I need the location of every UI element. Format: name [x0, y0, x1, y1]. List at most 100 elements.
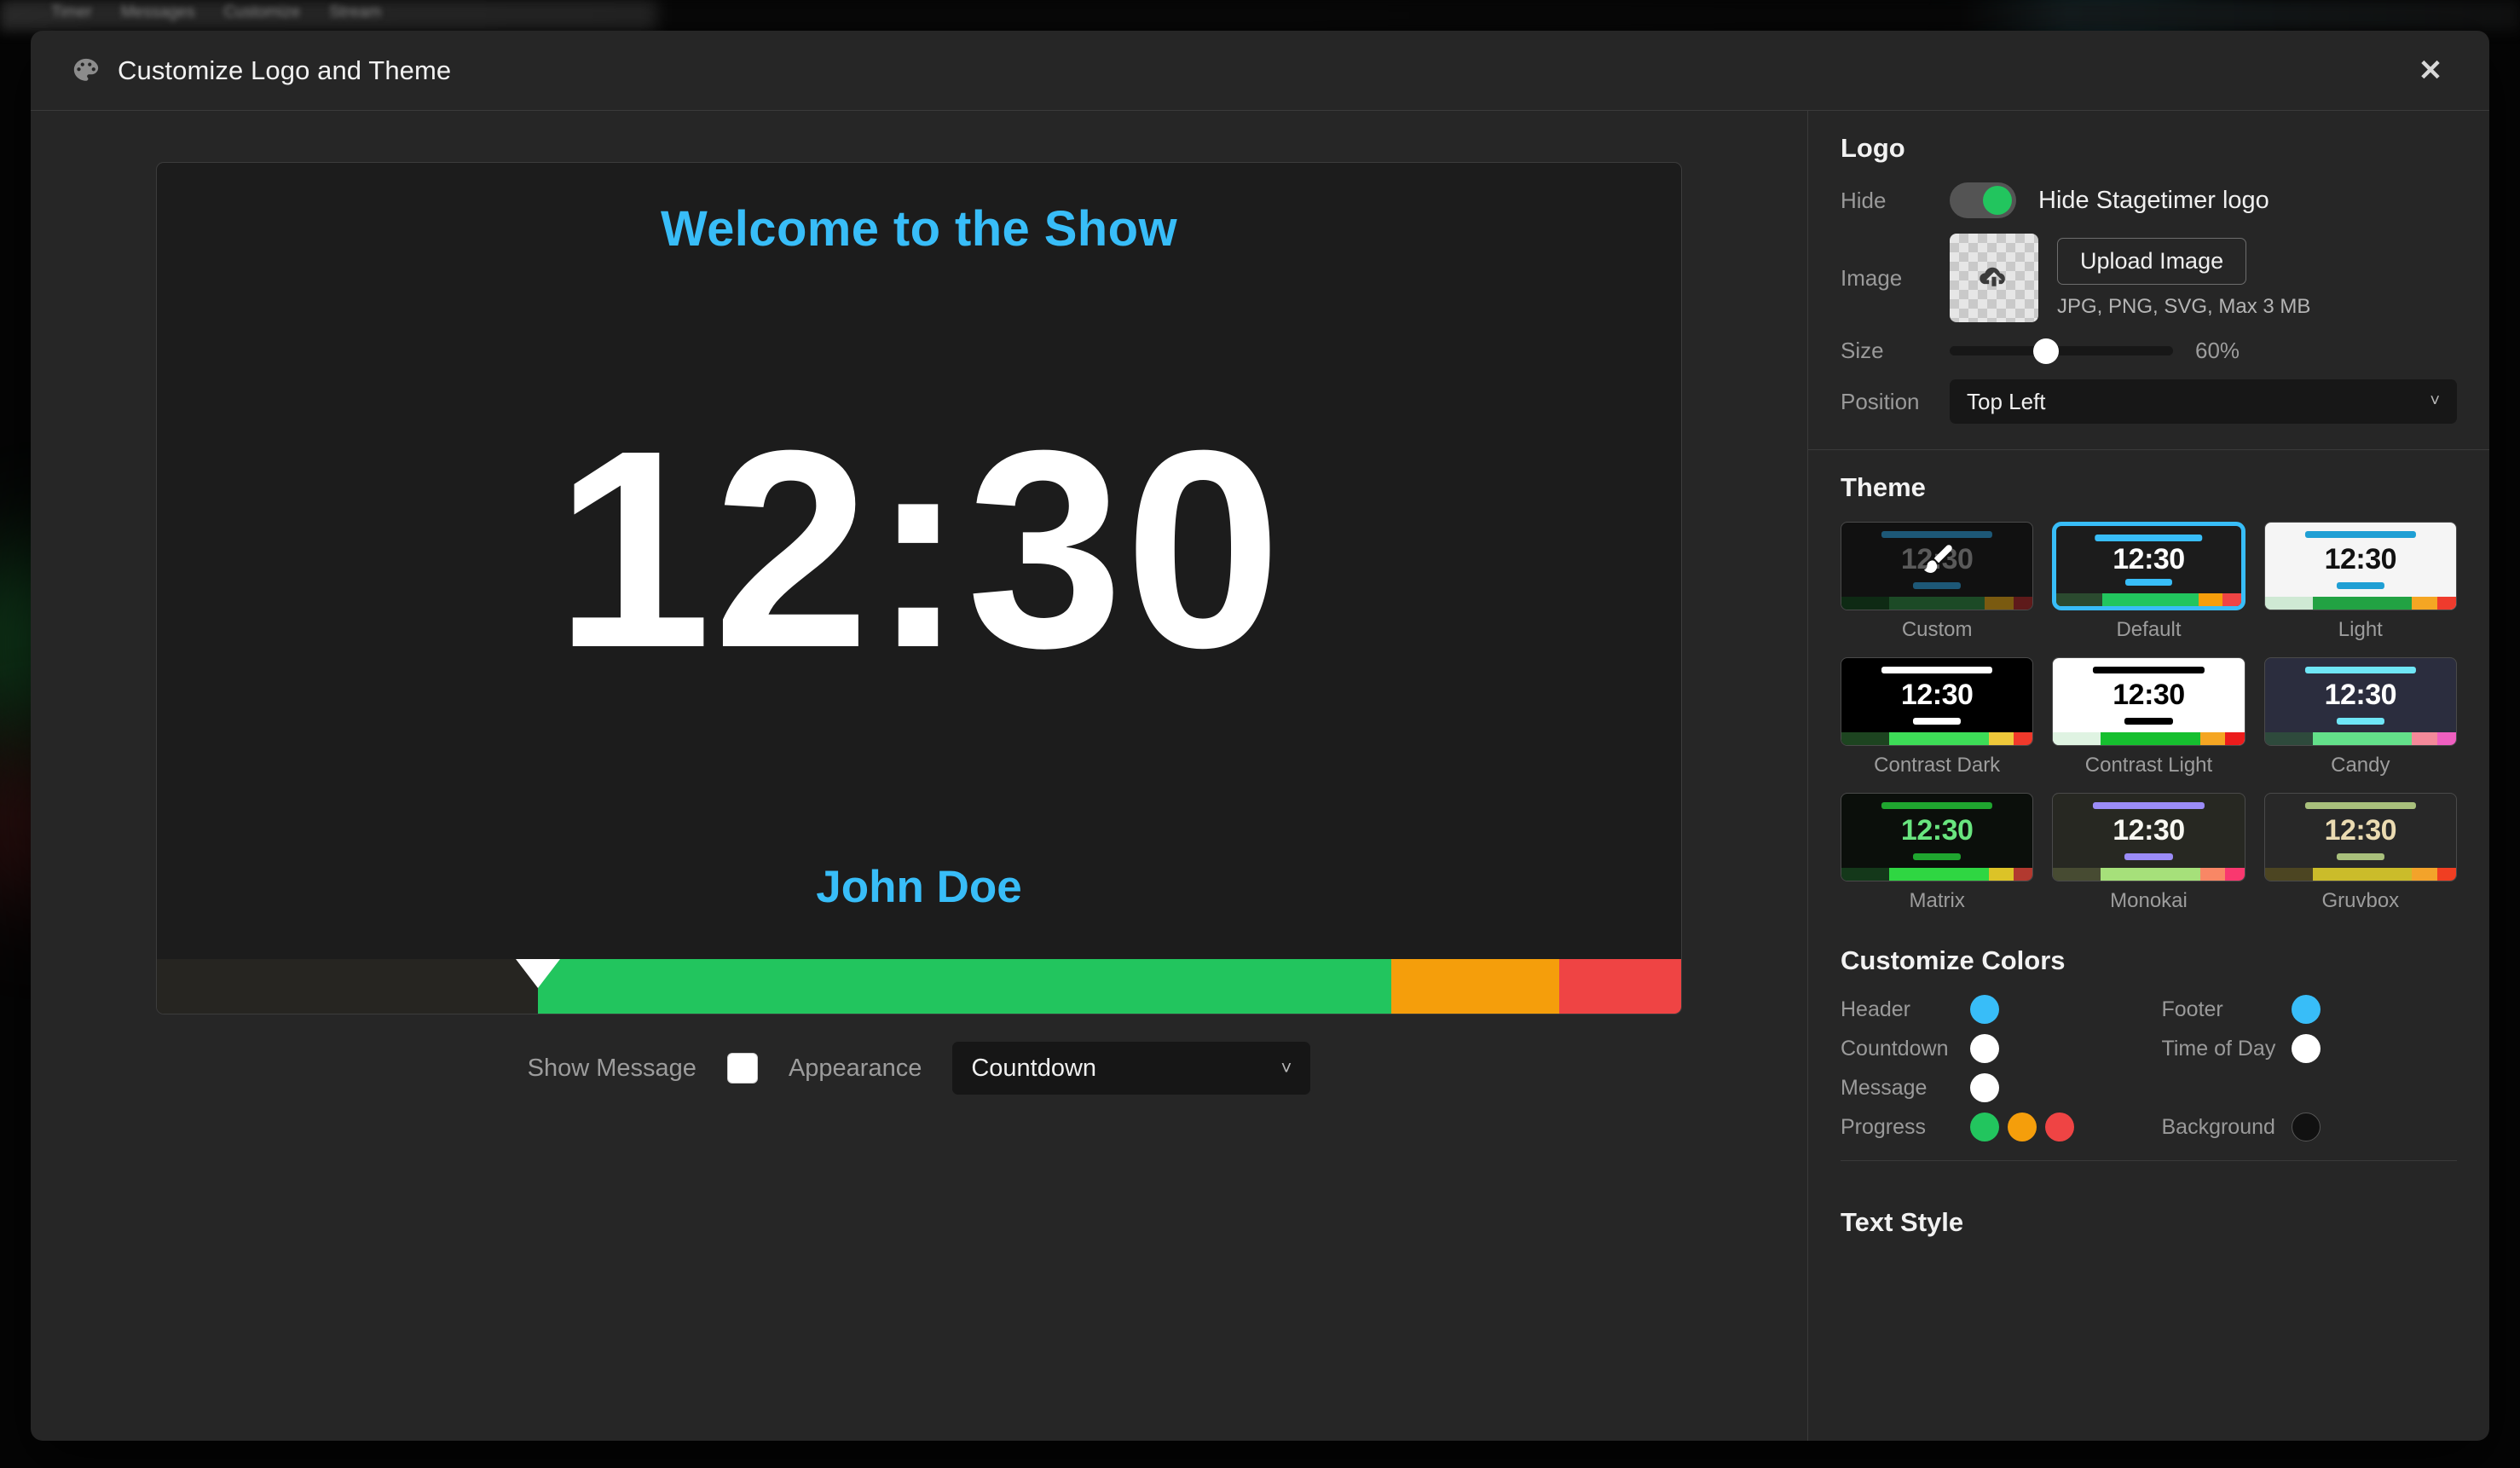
theme-option-light[interactable]: 12:30 Light	[2263, 522, 2457, 642]
theme-option-gruvbox[interactable]: 12:30 Gruvbox	[2263, 793, 2457, 913]
theme-progress-segment	[1889, 868, 1989, 881]
palette-icon	[72, 56, 101, 85]
customize-colors-section: Customize Colors Header Footer Countdown Ti…	[1808, 939, 2489, 1187]
color-swatch[interactable]	[2008, 1113, 2037, 1141]
theme-card-time: 12:30	[1900, 814, 1974, 847]
theme-progress-segment	[1985, 597, 2014, 610]
theme-card[interactable]: 12:30	[2263, 793, 2457, 881]
timer-preview: Welcome to the Show 12:30 John Doe	[156, 162, 1682, 1014]
color-swatch[interactable]	[1970, 1073, 1999, 1102]
theme-card-progress	[2264, 732, 2456, 745]
logo-position-select[interactable]: Top Left ˅	[1950, 379, 2457, 424]
theme-label: Default	[2116, 618, 2182, 641]
theme-card[interactable]: 12:30	[2052, 657, 2245, 746]
slider-thumb[interactable]	[2032, 338, 2059, 364]
color-swatch[interactable]	[1970, 1113, 1999, 1141]
chevron-down-icon: ˅	[2430, 391, 2440, 411]
theme-card-body: 12:30	[1841, 523, 2032, 597]
theme-progress-segment	[2200, 732, 2226, 745]
theme-grid: 12:30 Custom 12:30 Default 12:30 Light 12:30 Co…	[1841, 522, 2457, 913]
color-row-empty	[2162, 1073, 2458, 1102]
theme-option-matrix[interactable]: 12:30 Matrix	[1841, 793, 2034, 913]
hide-stagetimer-logo-label: Hide Stagetimer logo	[2038, 186, 2269, 214]
theme-option-default[interactable]: 12:30 Default	[2052, 522, 2245, 642]
logo-size-slider[interactable]	[1950, 338, 2173, 364]
theme-progress-segment	[2013, 732, 2033, 745]
section-divider	[1841, 1160, 2457, 1161]
color-swatch[interactable]	[1970, 1034, 1999, 1063]
logo-upload-side: Upload Image JPG, PNG, SVG, Max 3 MB	[2057, 237, 2310, 319]
color-swatch[interactable]	[2045, 1113, 2074, 1141]
show-message-checkbox[interactable]	[726, 1053, 758, 1084]
theme-card-body: 12:30	[2265, 658, 2456, 732]
color-rows: Header Footer Countdown Time of Day Message P…	[1841, 995, 2457, 1141]
settings-panel[interactable]: Logo Hide Hide Stagetimer logo Image Upl…	[1807, 111, 2489, 1441]
theme-card-footer-bar	[2336, 582, 2384, 589]
color-swatch[interactable]	[2291, 1034, 2321, 1063]
theme-progress-segment	[1841, 732, 1890, 745]
preview-controls: Show Message Appearance Countdown ˅	[72, 1042, 1766, 1095]
theme-card-body: 12:30	[2265, 794, 2456, 868]
chevron-down-icon: ˅	[1280, 1057, 1292, 1078]
color-swatch[interactable]	[2291, 1113, 2321, 1141]
theme-card[interactable]: 12:30	[2263, 522, 2457, 610]
logo-section: Logo Hide Hide Stagetimer logo Image Upl…	[1808, 111, 2489, 449]
upload-image-button[interactable]: Upload Image	[2057, 237, 2247, 285]
theme-option-custom[interactable]: 12:30 Custom	[1841, 522, 2034, 642]
theme-card[interactable]: 12:30	[1841, 793, 2034, 881]
theme-option-monokai[interactable]: 12:30 Monokai	[2052, 793, 2245, 913]
theme-card[interactable]: 12:30	[1841, 522, 2034, 610]
theme-progress-segment	[2264, 732, 2313, 745]
logo-size-value: 60%	[2195, 338, 2240, 363]
theme-progress-segment	[2412, 868, 2437, 881]
theme-progress-segment	[2264, 597, 2313, 610]
theme-card-time: 12:30	[2113, 543, 2185, 575]
theme-card-time: 12:30	[2113, 814, 2185, 847]
theme-card-header-bar	[2304, 802, 2416, 809]
theme-progress-segment	[1988, 868, 2014, 881]
theme-card-body: 12:30	[2053, 658, 2244, 732]
show-message-label: Show Message	[527, 1054, 696, 1082]
theme-card[interactable]: 12:30	[2263, 657, 2457, 746]
color-label: Background	[2161, 1114, 2275, 1139]
theme-option-contrast-dark[interactable]: 12:30 Contrast Dark	[1841, 657, 2034, 777]
appearance-select-value: Countdown	[971, 1054, 1097, 1082]
hide-stagetimer-logo-toggle[interactable]	[1950, 182, 2016, 218]
theme-progress-segment	[1841, 868, 1890, 881]
logo-position-label: Position	[1841, 388, 1920, 414]
color-label: Header	[1841, 997, 1910, 1021]
theme-card[interactable]: 12:30	[2052, 793, 2245, 881]
progress-marker	[516, 959, 560, 988]
logo-position-row: Position Top Left ˅	[1841, 379, 2457, 424]
color-row-background: Background	[2162, 1113, 2458, 1141]
logo-hide-row: Hide Hide Stagetimer logo	[1841, 182, 2457, 218]
color-label: Progress	[1841, 1114, 1927, 1139]
theme-card-footer-bar	[1913, 718, 1962, 725]
theme-card-time: 12:30	[2113, 679, 2185, 711]
background-nav-item: Timer	[51, 3, 92, 21]
theme-card-header-bar	[1881, 802, 1993, 809]
theme-progress-segment	[2436, 732, 2456, 745]
color-swatch[interactable]	[1970, 995, 1999, 1024]
theme-progress-segment	[1841, 597, 1890, 610]
close-icon[interactable]: ✕	[2411, 51, 2450, 90]
progress-segment-elapsed	[157, 959, 538, 1014]
progress-segment-warning	[1391, 959, 1559, 1014]
color-row-footer: Footer	[2162, 995, 2458, 1024]
logo-image-dropzone[interactable]	[1950, 234, 2038, 322]
theme-progress-segment	[2436, 597, 2456, 610]
theme-card-body: 12:30	[1841, 658, 2032, 732]
theme-progress-segment	[2013, 597, 2033, 610]
theme-card[interactable]: 12:30	[1841, 657, 2034, 746]
theme-card[interactable]: 12:30	[2052, 522, 2245, 610]
theme-option-candy[interactable]: 12:30 Candy	[2263, 657, 2457, 777]
logo-size-row: Size 60%	[1841, 338, 2457, 364]
modal-body: Welcome to the Show 12:30 John Doe Show …	[31, 111, 2489, 1441]
color-swatch[interactable]	[2291, 995, 2321, 1024]
theme-card-header-bar	[2095, 535, 2203, 541]
appearance-select[interactable]: Countdown ˅	[952, 1042, 1311, 1095]
theme-option-contrast-light[interactable]: 12:30 Contrast Light	[2052, 657, 2245, 777]
theme-progress-segment	[2102, 593, 2199, 606]
theme-card-time: 12:30	[2324, 543, 2397, 575]
theme-progress-segment	[2222, 593, 2241, 606]
